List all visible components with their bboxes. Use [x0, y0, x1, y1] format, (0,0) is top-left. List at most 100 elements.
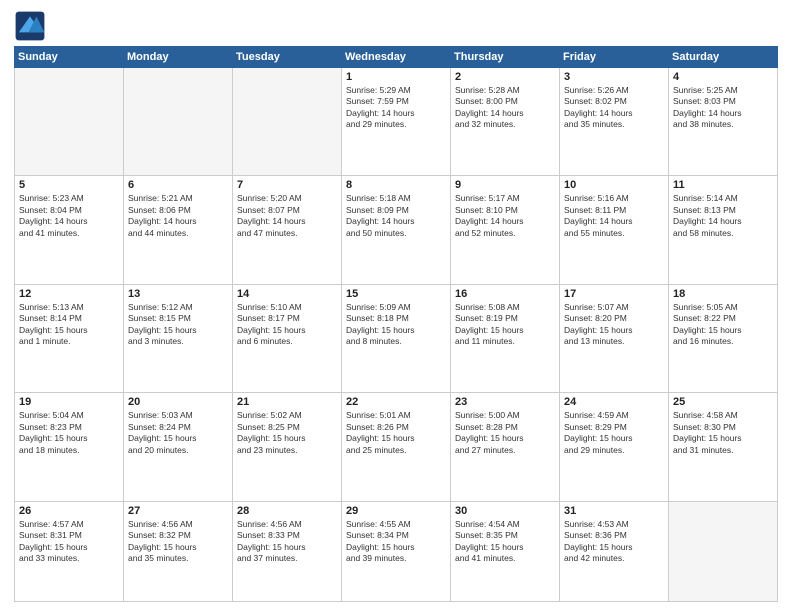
day-info: Sunrise: 5:17 AMSunset: 8:10 PMDaylight:… — [455, 193, 555, 239]
day-info: Sunrise: 4:59 AMSunset: 8:29 PMDaylight:… — [564, 410, 664, 456]
calendar-header-wednesday: Wednesday — [342, 47, 451, 68]
calendar-cell: 9Sunrise: 5:17 AMSunset: 8:10 PMDaylight… — [451, 176, 560, 284]
calendar-cell: 25Sunrise: 4:58 AMSunset: 8:30 PMDayligh… — [669, 393, 778, 501]
day-info: Sunrise: 5:09 AMSunset: 8:18 PMDaylight:… — [346, 302, 446, 348]
day-info: Sunrise: 4:56 AMSunset: 8:32 PMDaylight:… — [128, 519, 228, 565]
calendar-cell: 1 Sunrise: 5:29 AMSunset: 7:59 PMDaylight… — [342, 68, 451, 176]
day-info: Sunrise: 5:29 AMSunset: 7:59 PMDaylight:… — [346, 85, 446, 131]
logo-icon — [14, 10, 46, 42]
calendar-cell: 24 Sunrise: 4:59 AMSunset: 8:29 PMDayligh… — [560, 393, 669, 501]
calendar-cell: 6Sunrise: 5:21 AMSunset: 8:06 PMDaylight… — [124, 176, 233, 284]
day-number: 11 — [673, 179, 773, 191]
day-number: 3 — [564, 71, 664, 83]
day-info: Sunrise: 4:54 AMSunset: 8:35 PMDaylight:… — [455, 519, 555, 565]
calendar-cell: 17 Sunrise: 5:07 AMSunset: 8:20 PMDayligh… — [560, 284, 669, 392]
calendar-header-monday: Monday — [124, 47, 233, 68]
calendar-cell: 30 Sunrise: 4:54 AMSunset: 8:35 PMDayligh… — [451, 501, 560, 601]
calendar-cell — [669, 501, 778, 601]
day-number: 23 — [455, 396, 555, 408]
day-number: 20 — [128, 396, 228, 408]
day-number: 4 — [673, 71, 773, 83]
day-number: 1 — [346, 71, 446, 83]
day-info: Sunrise: 4:57 AMSunset: 8:31 PMDaylight:… — [19, 519, 119, 565]
day-number: 8 — [346, 179, 446, 191]
day-info: Sunrise: 5:05 AMSunset: 8:22 PMDaylight:… — [673, 302, 773, 348]
day-number: 5 — [19, 179, 119, 191]
calendar-page: SundayMondayTuesdayWednesdayThursdayFrid… — [0, 0, 792, 612]
calendar-cell: 5 Sunrise: 5:23 AMSunset: 8:04 PMDaylight… — [15, 176, 124, 284]
calendar-cell — [15, 68, 124, 176]
calendar-cell: 20 Sunrise: 5:03 AMSunset: 8:24 PMDayligh… — [124, 393, 233, 501]
calendar-cell: 22 Sunrise: 5:01 AMSunset: 8:26 PMDayligh… — [342, 393, 451, 501]
day-info: Sunrise: 5:04 AMSunset: 8:23 PMDaylight:… — [19, 410, 119, 456]
calendar-header-friday: Friday — [560, 47, 669, 68]
day-info: Sunrise: 5:03 AMSunset: 8:24 PMDaylight:… — [128, 410, 228, 456]
day-number: 17 — [564, 288, 664, 300]
day-number: 12 — [19, 288, 119, 300]
day-number: 25 — [673, 396, 773, 408]
calendar-week-row: 5 Sunrise: 5:23 AMSunset: 8:04 PMDaylight… — [15, 176, 778, 284]
calendar-cell: 3 Sunrise: 5:26 AMSunset: 8:02 PMDaylight… — [560, 68, 669, 176]
calendar-cell: 31Sunrise: 4:53 AMSunset: 8:36 PMDayligh… — [560, 501, 669, 601]
day-number: 18 — [673, 288, 773, 300]
calendar-cell: 14Sunrise: 5:10 AMSunset: 8:17 PMDayligh… — [233, 284, 342, 392]
calendar-table: SundayMondayTuesdayWednesdayThursdayFrid… — [14, 46, 778, 602]
calendar-cell: 29 Sunrise: 4:55 AMSunset: 8:34 PMDayligh… — [342, 501, 451, 601]
day-info: Sunrise: 5:02 AMSunset: 8:25 PMDaylight:… — [237, 410, 337, 456]
day-info: Sunrise: 5:10 AMSunset: 8:17 PMDaylight:… — [237, 302, 337, 348]
day-info: Sunrise: 5:16 AMSunset: 8:11 PMDaylight:… — [564, 193, 664, 239]
calendar-cell: 4 Sunrise: 5:25 AMSunset: 8:03 PMDaylight… — [669, 68, 778, 176]
calendar-cell: 11 Sunrise: 5:14 AMSunset: 8:13 PMDayligh… — [669, 176, 778, 284]
day-info: Sunrise: 5:00 AMSunset: 8:28 PMDaylight:… — [455, 410, 555, 456]
calendar-cell: 27 Sunrise: 4:56 AMSunset: 8:32 PMDayligh… — [124, 501, 233, 601]
day-info: Sunrise: 5:20 AMSunset: 8:07 PMDaylight:… — [237, 193, 337, 239]
calendar-cell: 19Sunrise: 5:04 AMSunset: 8:23 PMDayligh… — [15, 393, 124, 501]
day-info: Sunrise: 4:53 AMSunset: 8:36 PMDaylight:… — [564, 519, 664, 565]
calendar-header-row: SundayMondayTuesdayWednesdayThursdayFrid… — [15, 47, 778, 68]
day-number: 28 — [237, 505, 337, 517]
logo — [14, 10, 50, 42]
day-info: Sunrise: 5:13 AMSunset: 8:14 PMDaylight:… — [19, 302, 119, 348]
header — [14, 10, 778, 42]
day-info: Sunrise: 4:56 AMSunset: 8:33 PMDaylight:… — [237, 519, 337, 565]
day-number: 15 — [346, 288, 446, 300]
calendar-cell: 15 Sunrise: 5:09 AMSunset: 8:18 PMDayligh… — [342, 284, 451, 392]
day-info: Sunrise: 5:01 AMSunset: 8:26 PMDaylight:… — [346, 410, 446, 456]
day-info: Sunrise: 5:12 AMSunset: 8:15 PMDaylight:… — [128, 302, 228, 348]
day-info: Sunrise: 5:25 AMSunset: 8:03 PMDaylight:… — [673, 85, 773, 131]
calendar-cell: 7 Sunrise: 5:20 AMSunset: 8:07 PMDaylight… — [233, 176, 342, 284]
day-number: 16 — [455, 288, 555, 300]
calendar-cell: 26 Sunrise: 4:57 AMSunset: 8:31 PMDayligh… — [15, 501, 124, 601]
day-number: 27 — [128, 505, 228, 517]
day-info: Sunrise: 5:14 AMSunset: 8:13 PMDaylight:… — [673, 193, 773, 239]
day-number: 22 — [346, 396, 446, 408]
day-info: Sunrise: 5:18 AMSunset: 8:09 PMDaylight:… — [346, 193, 446, 239]
calendar-cell: 8 Sunrise: 5:18 AMSunset: 8:09 PMDaylight… — [342, 176, 451, 284]
day-number: 7 — [237, 179, 337, 191]
day-info: Sunrise: 5:28 AMSunset: 8:00 PMDaylight:… — [455, 85, 555, 131]
day-number: 29 — [346, 505, 446, 517]
calendar-cell: 18 Sunrise: 5:05 AMSunset: 8:22 PMDayligh… — [669, 284, 778, 392]
day-info: Sunrise: 4:55 AMSunset: 8:34 PMDaylight:… — [346, 519, 446, 565]
calendar-week-row: 19Sunrise: 5:04 AMSunset: 8:23 PMDayligh… — [15, 393, 778, 501]
calendar-header-sunday: Sunday — [15, 47, 124, 68]
day-info: Sunrise: 5:21 AMSunset: 8:06 PMDaylight:… — [128, 193, 228, 239]
calendar-cell: 2Sunrise: 5:28 AMSunset: 8:00 PMDaylight… — [451, 68, 560, 176]
calendar-header-saturday: Saturday — [669, 47, 778, 68]
day-number: 26 — [19, 505, 119, 517]
calendar-cell: 13Sunrise: 5:12 AMSunset: 8:15 PMDayligh… — [124, 284, 233, 392]
calendar-cell — [233, 68, 342, 176]
day-info: Sunrise: 5:26 AMSunset: 8:02 PMDaylight:… — [564, 85, 664, 131]
calendar-cell: 23 Sunrise: 5:00 AMSunset: 8:28 PMDayligh… — [451, 393, 560, 501]
day-number: 24 — [564, 396, 664, 408]
calendar-cell: 12 Sunrise: 5:13 AMSunset: 8:14 PMDayligh… — [15, 284, 124, 392]
calendar-cell: 10 Sunrise: 5:16 AMSunset: 8:11 PMDayligh… — [560, 176, 669, 284]
calendar-week-row: 12 Sunrise: 5:13 AMSunset: 8:14 PMDayligh… — [15, 284, 778, 392]
calendar-header-thursday: Thursday — [451, 47, 560, 68]
day-info: Sunrise: 5:07 AMSunset: 8:20 PMDaylight:… — [564, 302, 664, 348]
day-info: Sunrise: 5:23 AMSunset: 8:04 PMDaylight:… — [19, 193, 119, 239]
day-number: 30 — [455, 505, 555, 517]
calendar-week-row: 26 Sunrise: 4:57 AMSunset: 8:31 PMDayligh… — [15, 501, 778, 601]
day-number: 10 — [564, 179, 664, 191]
calendar-header-tuesday: Tuesday — [233, 47, 342, 68]
